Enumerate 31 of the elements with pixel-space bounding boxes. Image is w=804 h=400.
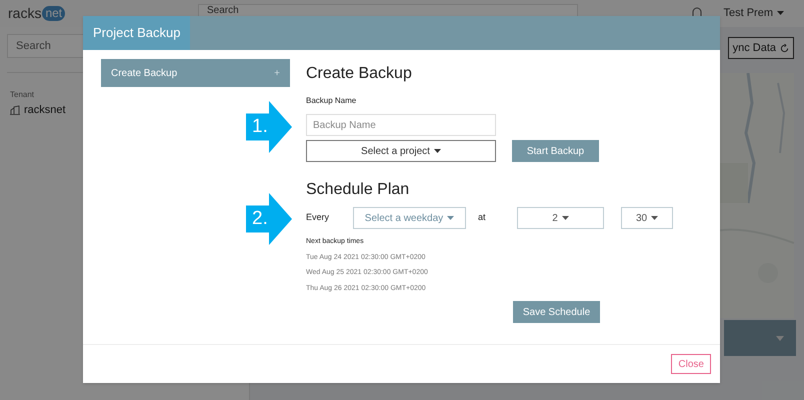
- user-menu[interactable]: Test Prem: [723, 5, 784, 22]
- tenant-label: Tenant: [10, 89, 36, 101]
- nav-item[interactable]: Create Backup +: [101, 59, 290, 87]
- caret-icon: [777, 11, 784, 16]
- caret-icon: [434, 148, 441, 153]
- at-label: at: [478, 211, 487, 224]
- caret-icon: [651, 216, 658, 220]
- hour-select[interactable]: 2: [517, 207, 604, 229]
- close-button[interactable]: Close: [671, 354, 711, 374]
- caret-icon: [447, 216, 454, 220]
- section-heading: Schedule Plan: [306, 180, 410, 200]
- field-label: Backup Name: [306, 95, 358, 107]
- backup-name-field[interactable]: Backup Name: [306, 114, 496, 136]
- start-backup-button[interactable]: Start Backup: [512, 140, 599, 162]
- tenant-name[interactable]: racksnet: [24, 102, 66, 118]
- minute-select[interactable]: 30: [621, 207, 673, 229]
- logo-text: racks: [8, 4, 42, 23]
- building-icon: [10, 105, 20, 116]
- save-schedule-button[interactable]: Save Schedule: [513, 301, 600, 323]
- step-number: 1.: [252, 115, 268, 139]
- refresh-icon: [780, 44, 789, 52]
- dialog-title: Project Backup: [83, 16, 190, 50]
- section-heading: Create Backup: [306, 64, 413, 84]
- caret-icon: [776, 336, 784, 340]
- step-number: 2.: [252, 207, 268, 231]
- weekday-select[interactable]: Select a weekday: [353, 207, 466, 229]
- caret-icon: [562, 216, 569, 220]
- logo-badge: net: [42, 6, 66, 21]
- every-label: Every: [306, 211, 330, 224]
- sync-data-button[interactable]: ync Data: [728, 37, 794, 59]
- project-select[interactable]: Select a project: [306, 140, 496, 162]
